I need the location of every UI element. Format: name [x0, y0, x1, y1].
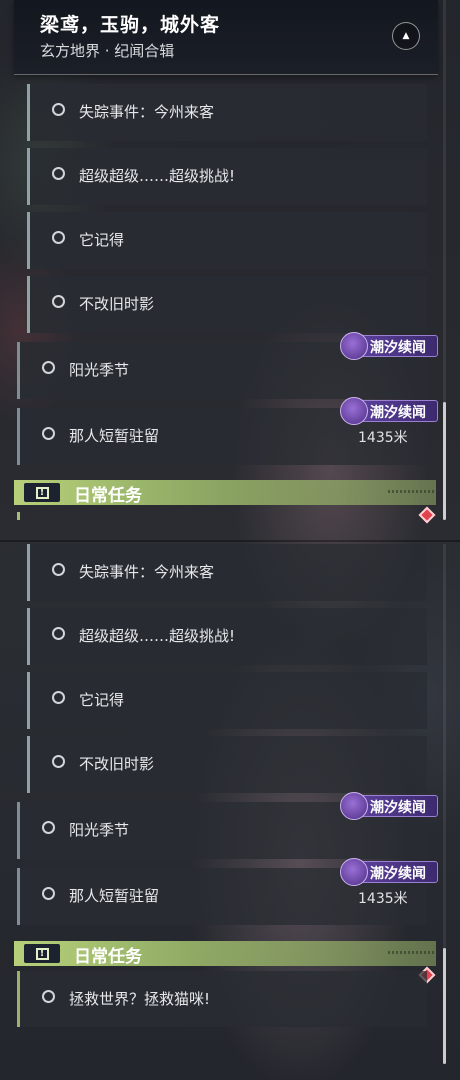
- quest-label: 那人短暂驻留: [69, 887, 160, 905]
- radio-circle-icon: [52, 691, 65, 704]
- quest-item[interactable]: 它记得: [27, 672, 427, 729]
- tide-feather-icon: [340, 397, 368, 425]
- tide-story-badge: 潮汐续闻: [340, 332, 438, 360]
- quest-label: 不改旧时影: [79, 295, 155, 313]
- quest-label: 超级超级……超级挑战!: [79, 167, 236, 185]
- quest-item[interactable]: 它记得: [27, 212, 427, 269]
- quest-group-title: 梁鸢，玉驹，城外客: [40, 14, 221, 36]
- quest-label: 那人短暂驻留: [69, 427, 160, 445]
- distance-label: 1435米: [358, 430, 408, 446]
- radio-circle-icon: [42, 990, 55, 1003]
- quest-item[interactable]: 失踪事件：今州来客: [27, 544, 427, 601]
- quest-label: 失踪事件：今州来客: [79, 103, 215, 121]
- quest-label: 阳光季节: [69, 821, 130, 839]
- exclamation-icon: !: [24, 483, 60, 502]
- radio-circle-icon: [42, 427, 55, 440]
- quest-item[interactable]: 超级超级……超级挑战!: [27, 148, 427, 205]
- radio-circle-icon: [42, 361, 55, 374]
- exclamation-icon: !: [24, 944, 60, 963]
- quest-label: 它记得: [79, 691, 125, 709]
- radio-circle-icon: [52, 563, 65, 576]
- distance-label: 1435米: [358, 891, 408, 907]
- quest-item[interactable]: 超级超级……超级挑战!: [27, 608, 427, 665]
- radio-circle-icon: [52, 167, 65, 180]
- scrollbar-thumb[interactable]: [443, 402, 446, 520]
- quest-label: 失踪事件：今州来客: [79, 563, 215, 581]
- quest-group-header[interactable]: 梁鸢，玉驹，城外客 玄方地界 · 纪闻合辑 ▲: [14, 0, 438, 75]
- quest-label: 阳光季节: [69, 361, 130, 379]
- section-label: 日常任务: [74, 947, 142, 967]
- section-label: 日常任务: [74, 486, 142, 506]
- quest-label: 不改旧时影: [79, 755, 155, 773]
- radio-circle-icon: [52, 231, 65, 244]
- quest-label: 超级超级……超级挑战!: [79, 627, 236, 645]
- quest-label: 拯救世界？拯救猫咪!: [69, 990, 211, 1008]
- radio-circle-icon: [42, 821, 55, 834]
- quest-item[interactable]: 不改旧时影: [27, 736, 427, 793]
- tide-story-badge: 潮汐续闻: [340, 397, 438, 425]
- tide-story-badge: 潮汐续闻: [340, 792, 438, 820]
- tide-feather-icon: [340, 792, 368, 820]
- daily-section-header[interactable]: ! 日常任务: [14, 941, 436, 967]
- chevron-up-icon: ▲: [402, 30, 410, 41]
- tide-feather-icon: [340, 858, 368, 886]
- tide-story-badge: 潮汐续闻: [340, 858, 438, 886]
- daily-section-header[interactable]: ! 日常任务: [14, 480, 436, 506]
- quest-label: 它记得: [79, 231, 125, 249]
- radio-circle-icon: [52, 295, 65, 308]
- radio-circle-icon: [52, 755, 65, 768]
- quest-item[interactable]: 不改旧时影: [27, 276, 427, 333]
- scrollbar-thumb[interactable]: [443, 948, 446, 1064]
- collapse-button[interactable]: ▲: [392, 22, 420, 50]
- quest-group-subtitle: 玄方地界 · 纪闻合辑: [40, 42, 175, 60]
- quest-item[interactable]: 失踪事件：今州来客: [27, 84, 427, 141]
- tide-feather-icon: [340, 332, 368, 360]
- daily-quest-item[interactable]: 拯救世界？拯救猫咪!: [17, 971, 427, 1027]
- radio-circle-icon: [52, 103, 65, 116]
- radio-circle-icon: [52, 627, 65, 640]
- radio-circle-icon: [42, 887, 55, 900]
